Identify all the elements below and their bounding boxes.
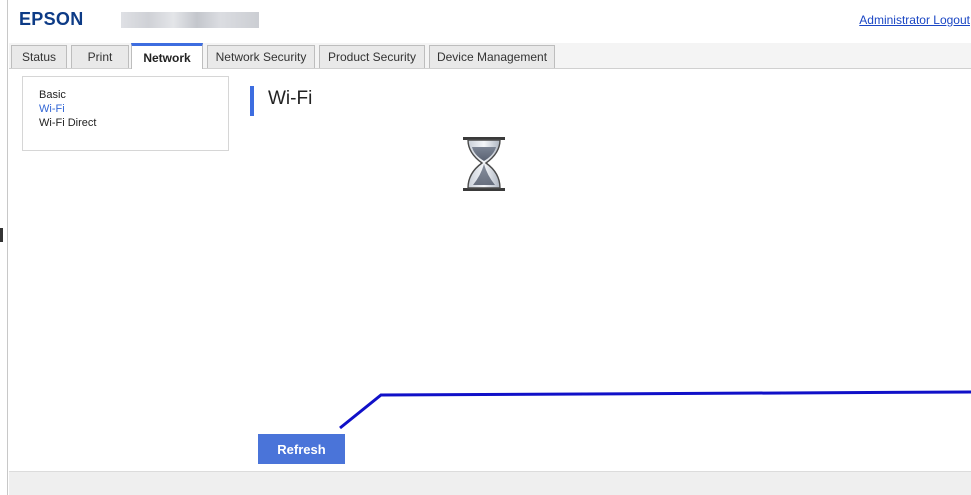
footer-band (9, 471, 971, 495)
refresh-button[interactable]: Refresh (258, 434, 345, 464)
tab-label: Status (21, 50, 57, 64)
tab-print[interactable]: Print (71, 45, 129, 68)
administrator-logout-link[interactable]: Administrator Logout (859, 13, 970, 27)
tab-label: Network Security (215, 50, 307, 64)
tab-label: Product Security (327, 50, 417, 64)
page-title: Wi-Fi (268, 88, 313, 109)
epson-logo: EPSON (19, 9, 84, 29)
sidebar-item-basic[interactable]: Basic (39, 88, 228, 102)
main-tab-bar: Status Print Network Network Security Pr… (9, 43, 971, 69)
tab-network-security[interactable]: Network Security (207, 45, 315, 68)
tab-product-security[interactable]: Product Security (319, 45, 425, 68)
tab-status[interactable]: Status (11, 45, 67, 68)
hourglass-icon (463, 137, 505, 191)
tab-network[interactable]: Network (131, 43, 203, 69)
header: EPSON Administrator Logout (9, 0, 971, 38)
printer-model-redacted (121, 12, 259, 28)
main-content: Basic Wi-Fi Wi-Fi Direct Wi-Fi Refresh (9, 69, 971, 471)
tab-label: Print (87, 50, 113, 64)
sidebar-item-wifi[interactable]: Wi-Fi (39, 102, 228, 116)
tab-label: Network (143, 50, 191, 65)
sidebar-item-wifi-direct[interactable]: Wi-Fi Direct (39, 116, 228, 130)
sidebar-menu: Basic Wi-Fi Wi-Fi Direct (22, 76, 229, 151)
tab-device-management[interactable]: Device Management (429, 45, 555, 68)
edge-marker (0, 228, 3, 242)
tab-label: Device Management (436, 50, 548, 64)
window-left-edge (0, 0, 8, 495)
section-title-accent (250, 86, 254, 116)
